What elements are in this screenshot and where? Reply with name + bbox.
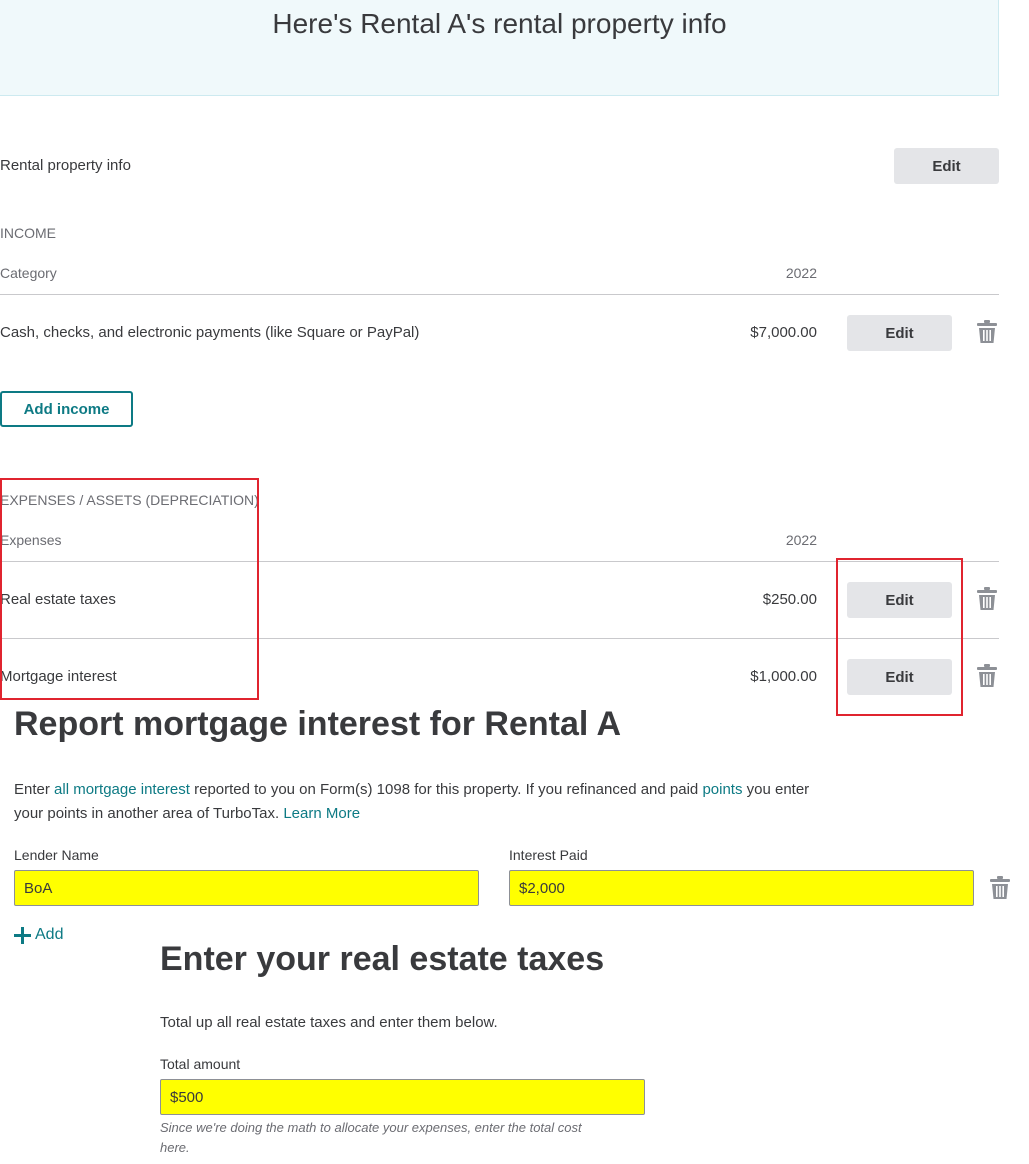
interest-paid-input[interactable]: $2,000 <box>509 870 974 906</box>
annotation-box-expense-labels <box>0 478 259 700</box>
rental-property-info-label: Rental property info <box>0 157 131 174</box>
total-amount-input[interactable]: $500 <box>160 1079 645 1115</box>
income-divider <box>0 294 999 295</box>
expense-row-amount: $1,000.00 <box>750 668 817 685</box>
hint-text: here. <box>160 1140 190 1155</box>
taxes-heading: Enter your real estate taxes <box>160 940 605 978</box>
mortgage-description: Enter all mortgage interest reported to … <box>14 778 914 826</box>
trash-icon[interactable] <box>977 664 997 688</box>
trash-icon[interactable] <box>977 587 997 611</box>
add-lender-label: Add <box>35 926 64 943</box>
add-lender-button[interactable]: Add <box>14 926 63 944</box>
lender-name-input[interactable]: BoA <box>14 870 479 906</box>
income-row-amount: $7,000.00 <box>750 324 817 341</box>
interest-paid-label: Interest Paid <box>509 847 588 863</box>
all-mortgage-interest-link[interactable]: all mortgage interest <box>54 781 190 798</box>
income-row-label: Cash, checks, and electronic payments (l… <box>0 324 420 341</box>
expenses-column-year: 2022 <box>785 532 817 548</box>
mortgage-desc-text: you enter <box>742 781 810 798</box>
mortgage-desc-text: reported to you on Form(s) 1098 for this… <box>189 781 703 798</box>
income-section-title: INCOME <box>0 225 56 241</box>
plus-icon <box>14 926 31 944</box>
hint-text: Since we're doing the math to allocate y… <box>160 1120 582 1135</box>
income-column-category: Category <box>0 265 57 281</box>
learn-more-link[interactable]: Learn More <box>283 805 360 822</box>
edit-property-info-button[interactable]: Edit <box>894 148 999 184</box>
trash-icon[interactable] <box>990 876 1010 900</box>
page-title: Here's Rental A's rental property info <box>272 8 727 39</box>
add-income-button[interactable]: Add income <box>0 391 133 427</box>
income-column-year: 2022 <box>785 265 817 281</box>
mortgage-desc-text: Enter <box>14 781 55 798</box>
annotation-box-edit-buttons <box>836 558 963 716</box>
lender-name-label: Lender Name <box>14 847 99 863</box>
taxes-description: Total up all real estate taxes and enter… <box>160 1014 498 1031</box>
edit-income-button[interactable]: Edit <box>847 315 952 351</box>
total-amount-hint: Since we're doing the math to allocate y… <box>160 1118 640 1158</box>
mortgage-heading: Report mortgage interest for Rental A <box>14 705 622 743</box>
trash-icon[interactable] <box>977 320 997 344</box>
expense-row-amount: $250.00 <box>762 591 817 608</box>
mortgage-desc-text: your points in another area of TurboTax. <box>14 805 284 822</box>
total-amount-label: Total amount <box>160 1056 241 1072</box>
points-link[interactable]: points <box>702 781 742 798</box>
